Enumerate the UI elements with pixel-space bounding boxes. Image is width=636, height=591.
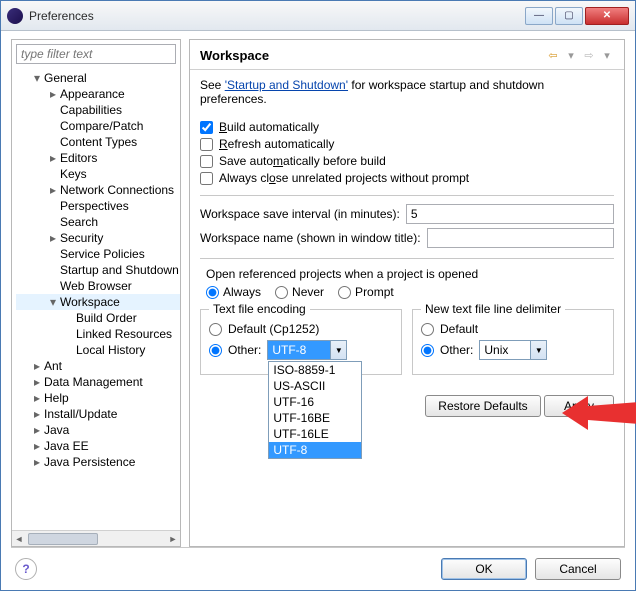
encoding-option[interactable]: ISO-8859-1 (269, 362, 361, 378)
newline-other-radio[interactable] (421, 344, 434, 357)
preferences-tree[interactable]: ▾General▸AppearanceCapabilitiesCompare/P… (12, 68, 180, 530)
save-interval-input[interactable] (406, 204, 614, 224)
tree-item[interactable]: ▸Help (16, 390, 180, 406)
restore-defaults-button[interactable]: Restore Defaults (425, 395, 540, 417)
referenced-projects-label: Open referenced projects when a project … (206, 267, 614, 281)
refresh-automatically-checkbox[interactable] (200, 138, 213, 151)
workspace-name-label: Workspace name (shown in window title): (200, 231, 421, 245)
chevron-down-icon[interactable]: ▼ (530, 341, 546, 359)
encoding-option[interactable]: US-ASCII (269, 378, 361, 394)
back-menu-icon[interactable]: ▾ (564, 49, 578, 63)
tree-item[interactable]: Service Policies (16, 246, 180, 262)
ref-prompt-radio[interactable]: Prompt (338, 285, 394, 299)
minimize-button[interactable]: — (525, 7, 553, 25)
ok-button[interactable]: OK (441, 558, 527, 580)
build-automatically-checkbox[interactable] (200, 121, 213, 134)
tree-item[interactable]: Content Types (16, 134, 180, 150)
tree-item[interactable]: ▸Java (16, 422, 180, 438)
tree-item[interactable]: ▾Workspace (16, 294, 180, 310)
encoding-combo[interactable]: UTF-8 ▼ ISO-8859-1US-ASCIIUTF-16UTF-16BE… (267, 340, 347, 360)
encoding-option[interactable]: UTF-16BE (269, 410, 361, 426)
tree-item[interactable]: Linked Resources (16, 326, 180, 342)
tree-item[interactable]: Search (16, 214, 180, 230)
window-title: Preferences (29, 9, 523, 23)
newline-default-radio[interactable] (421, 323, 434, 336)
tree-item[interactable]: Startup and Shutdown (16, 262, 180, 278)
cancel-button[interactable]: Cancel (535, 558, 621, 580)
tree-item[interactable]: ▸Ant (16, 358, 180, 374)
tree-item[interactable]: ▸Java EE (16, 438, 180, 454)
tree-item[interactable]: ▸Java Persistence (16, 454, 180, 470)
tree-item[interactable]: Build Order (16, 310, 180, 326)
encoding-dropdown-list[interactable]: ISO-8859-1US-ASCIIUTF-16UTF-16BEUTF-16LE… (268, 361, 362, 459)
tree-item[interactable]: Compare/Patch (16, 118, 180, 134)
tree-item[interactable]: Perspectives (16, 198, 180, 214)
tree-item[interactable]: ▸Appearance (16, 86, 180, 102)
save-before-build-checkbox[interactable] (200, 155, 213, 168)
encoding-other-radio[interactable] (209, 344, 222, 357)
maximize-button[interactable]: ▢ (555, 7, 583, 25)
back-icon[interactable]: ⇦ (546, 49, 560, 63)
tree-item[interactable]: ▸Editors (16, 150, 180, 166)
scroll-left-icon[interactable]: ◄ (12, 531, 26, 547)
scroll-right-icon[interactable]: ► (166, 531, 180, 547)
horizontal-scrollbar[interactable]: ◄ ► (12, 530, 180, 546)
ref-never-radio[interactable]: Never (275, 285, 324, 299)
view-menu-icon[interactable]: ▾ (600, 49, 614, 63)
ref-always-radio[interactable]: Always (206, 285, 261, 299)
app-icon (7, 8, 23, 24)
newline-combo[interactable]: Unix ▼ (479, 340, 547, 360)
workspace-name-input[interactable] (427, 228, 614, 248)
startup-shutdown-link[interactable]: 'Startup and Shutdown' (225, 78, 348, 92)
page-title: Workspace (200, 48, 542, 63)
tree-item[interactable]: ▸Data Management (16, 374, 180, 390)
preferences-dialog: Preferences — ▢ ✕ ▾General▸AppearanceCap… (0, 0, 636, 591)
forward-icon[interactable]: ⇨ (582, 49, 596, 63)
close-button[interactable]: ✕ (585, 7, 629, 25)
tree-item[interactable]: Local History (16, 342, 180, 358)
dialog-footer: ? OK Cancel (11, 547, 625, 580)
help-icon[interactable]: ? (15, 558, 37, 580)
tree-item[interactable]: Web Browser (16, 278, 180, 294)
settings-panel: Workspace ⇦ ▾ ⇨ ▾ See 'Startup and Shutd… (189, 39, 625, 547)
tree-item[interactable]: Keys (16, 166, 180, 182)
tree-item[interactable]: ▸Install/Update (16, 406, 180, 422)
tree-item[interactable]: ▾General (16, 70, 180, 86)
filter-input[interactable] (16, 44, 176, 64)
encoding-option[interactable]: UTF-16LE (269, 426, 361, 442)
tree-item[interactable]: ▸Network Connections (16, 182, 180, 198)
encoding-default-radio[interactable] (209, 323, 222, 336)
scroll-thumb[interactable] (28, 533, 98, 545)
encoding-option[interactable]: UTF-16 (269, 394, 361, 410)
tree-panel: ▾General▸AppearanceCapabilitiesCompare/P… (11, 39, 181, 547)
titlebar: Preferences — ▢ ✕ (1, 1, 635, 31)
apply-button[interactable]: Apply (544, 395, 614, 417)
chevron-down-icon[interactable]: ▼ (330, 341, 346, 359)
tree-item[interactable]: Capabilities (16, 102, 180, 118)
close-unrelated-checkbox[interactable] (200, 172, 213, 185)
newline-fieldset: New text file line delimiter Default Oth… (412, 309, 614, 375)
encoding-option[interactable]: UTF-8 (269, 442, 361, 458)
save-interval-label: Workspace save interval (in minutes): (200, 207, 400, 221)
tree-item[interactable]: ▸Security (16, 230, 180, 246)
encoding-fieldset: Text file encoding Default (Cp1252) Othe… (200, 309, 402, 375)
see-also-text: See 'Startup and Shutdown' for workspace… (200, 78, 614, 106)
